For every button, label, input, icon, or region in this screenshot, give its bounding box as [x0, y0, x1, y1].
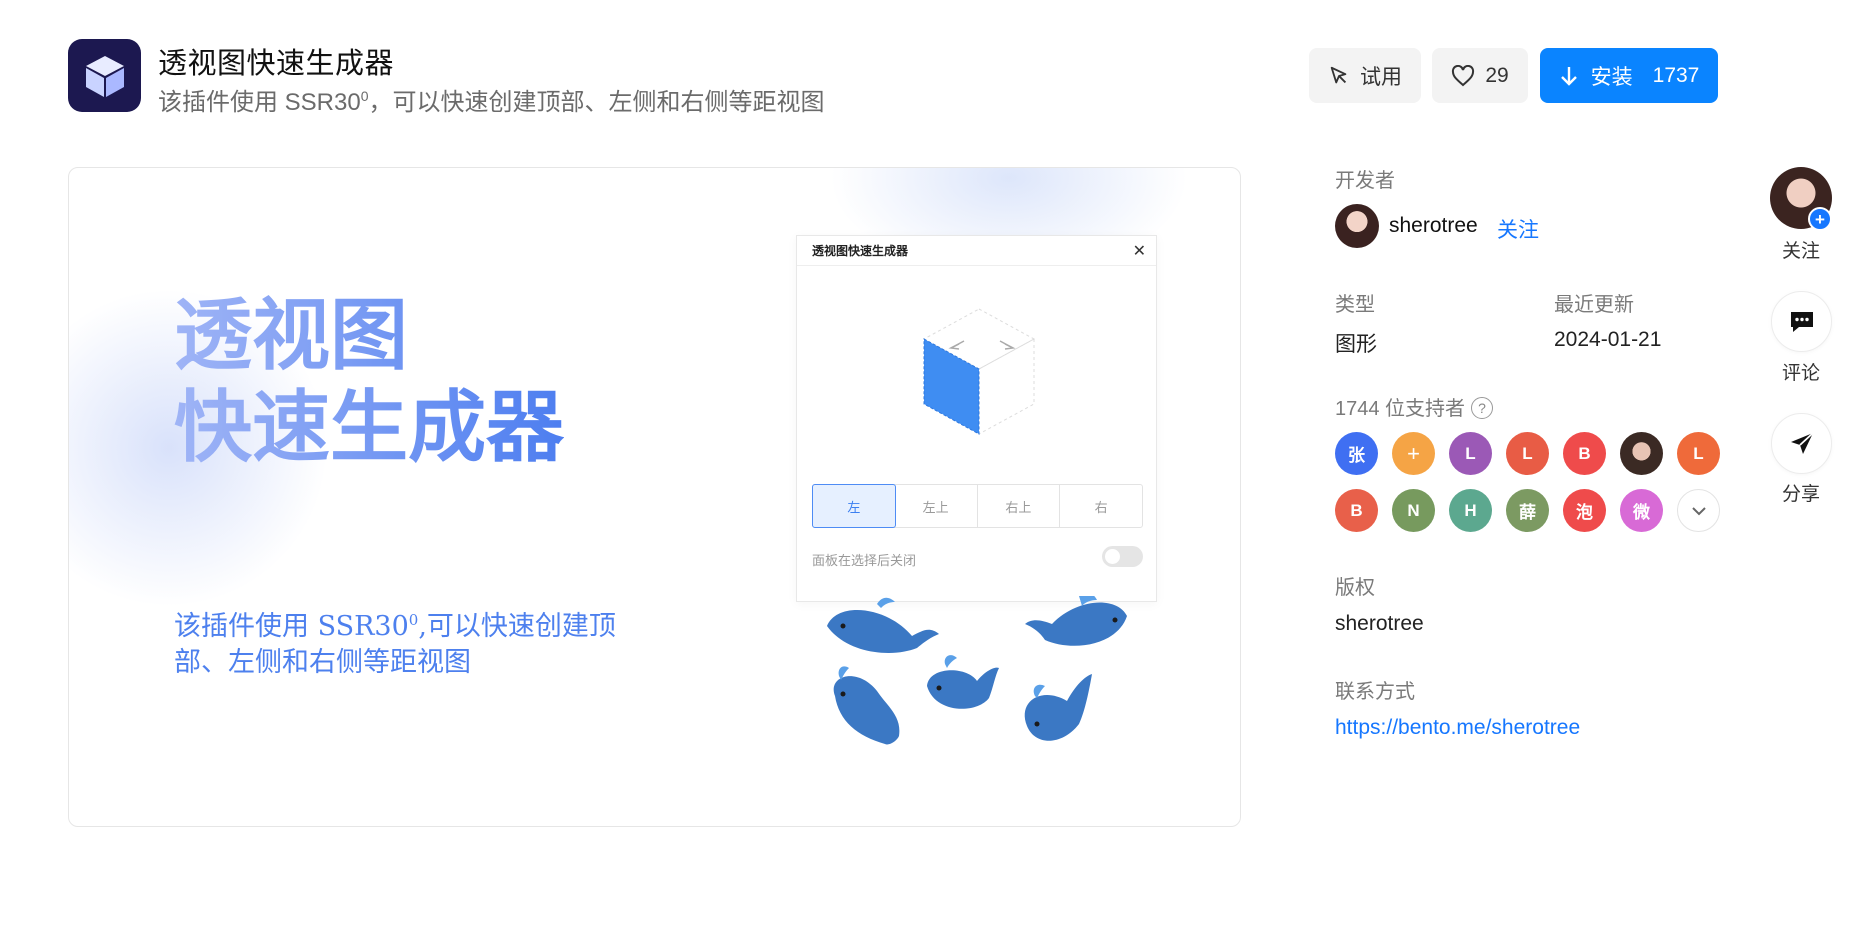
plugin-subtitle: 该插件使用 SSR300，可以快速创建顶部、左侧和右侧等距视图	[158, 88, 825, 116]
segment-right: 右	[1094, 499, 1108, 515]
supporter-avatar[interactable]: L	[1449, 432, 1492, 475]
rail-follow-label: 关注	[1781, 241, 1820, 262]
cube-icon	[85, 55, 124, 97]
try-label: 试用	[1360, 65, 1402, 89]
supporter-avatar[interactable]: 微	[1620, 489, 1663, 532]
developer-avatar[interactable]	[1335, 204, 1379, 248]
rail-share-label: 分享	[1781, 484, 1820, 505]
supporters-label: 1744 位支持者?	[1335, 392, 1494, 421]
help-icon[interactable]: ?	[1471, 397, 1494, 419]
copyright-value: sherotree	[1335, 612, 1424, 635]
supporter-avatar[interactable]: 泡	[1563, 489, 1606, 532]
rail-comment-label: 评论	[1781, 363, 1820, 384]
supporter-avatar[interactable]: N	[1392, 489, 1435, 532]
follow-link[interactable]: 关注	[1497, 214, 1539, 244]
preview-banner: 透视图 快速生成器 该插件使用 SSR300,可以快速创建顶部、左侧和右侧等距视…	[68, 167, 1241, 827]
plus-icon[interactable]: +	[1808, 207, 1832, 231]
supporter-avatar[interactable]: B	[1335, 489, 1378, 532]
expand-supporters-button[interactable]	[1677, 489, 1720, 532]
plugin-title: 透视图快速生成器	[158, 48, 395, 80]
hero-description: 该插件使用 SSR300,可以快速创建顶部、左侧和右侧等距视图	[174, 611, 616, 678]
updated-label: 最近更新	[1554, 294, 1634, 316]
arrow-down-icon	[1560, 66, 1577, 86]
type-label: 类型	[1335, 294, 1375, 316]
segment-top-right: 右上	[978, 485, 1061, 527]
mock-title: 透视图快速生成器	[812, 244, 909, 258]
updated-value: 2024-01-21	[1554, 328, 1662, 351]
like-button[interactable]: 29	[1432, 48, 1528, 103]
send-icon	[1790, 431, 1814, 454]
direction-segment: 左 左上 右上 右	[812, 484, 1143, 528]
plugin-panel-mockup: 透视图快速生成器 ✕ 左 左上 右上 右 面板在选择后关闭	[796, 235, 1157, 602]
supporter-avatar[interactable]	[1620, 432, 1663, 475]
like-count: 29	[1485, 63, 1509, 87]
segment-top-left: 左上	[895, 485, 978, 527]
type-value: 图形	[1335, 333, 1377, 356]
isometric-cube-icon	[922, 308, 1036, 435]
try-button[interactable]: 试用	[1309, 48, 1421, 103]
cursor-icon	[1330, 66, 1347, 83]
close-icon: ✕	[1132, 242, 1146, 260]
heart-icon	[1452, 64, 1475, 86]
whales-illustration	[827, 596, 1127, 745]
install-button[interactable]: 安装 1737	[1540, 48, 1718, 103]
developer-name[interactable]: sherotree	[1389, 214, 1478, 238]
app-icon	[68, 39, 141, 112]
contact-label: 联系方式	[1335, 681, 1415, 703]
hero-title: 透视图 快速生成器	[174, 291, 565, 473]
contact-link[interactable]: https://bento.me/sherotree	[1335, 716, 1580, 740]
copyright-label: 版权	[1335, 577, 1375, 599]
mock-toggle	[1102, 546, 1143, 567]
supporter-avatar[interactable]: L	[1677, 432, 1720, 475]
mock-toggle-label: 面板在选择后关闭	[812, 553, 917, 568]
install-label: 安装	[1590, 65, 1633, 89]
segment-left: 左	[812, 484, 896, 528]
comment-icon	[1790, 311, 1813, 332]
supporter-avatar[interactable]: H	[1449, 489, 1492, 532]
supporter-avatar[interactable]: B	[1563, 432, 1606, 475]
supporter-avatar[interactable]: 薛	[1506, 489, 1549, 532]
supporters-list: 张 + L L B L B N H 薛 泡 微	[1335, 432, 1725, 532]
share-button[interactable]	[1771, 413, 1832, 474]
supporter-avatar[interactable]: L	[1506, 432, 1549, 475]
supporter-avatar[interactable]: 张	[1335, 432, 1378, 475]
install-count: 1737	[1652, 63, 1700, 87]
comment-button[interactable]	[1771, 291, 1832, 352]
supporter-avatar[interactable]: +	[1392, 432, 1435, 475]
chevron-down-icon	[1691, 506, 1706, 515]
developer-label: 开发者	[1335, 170, 1395, 192]
